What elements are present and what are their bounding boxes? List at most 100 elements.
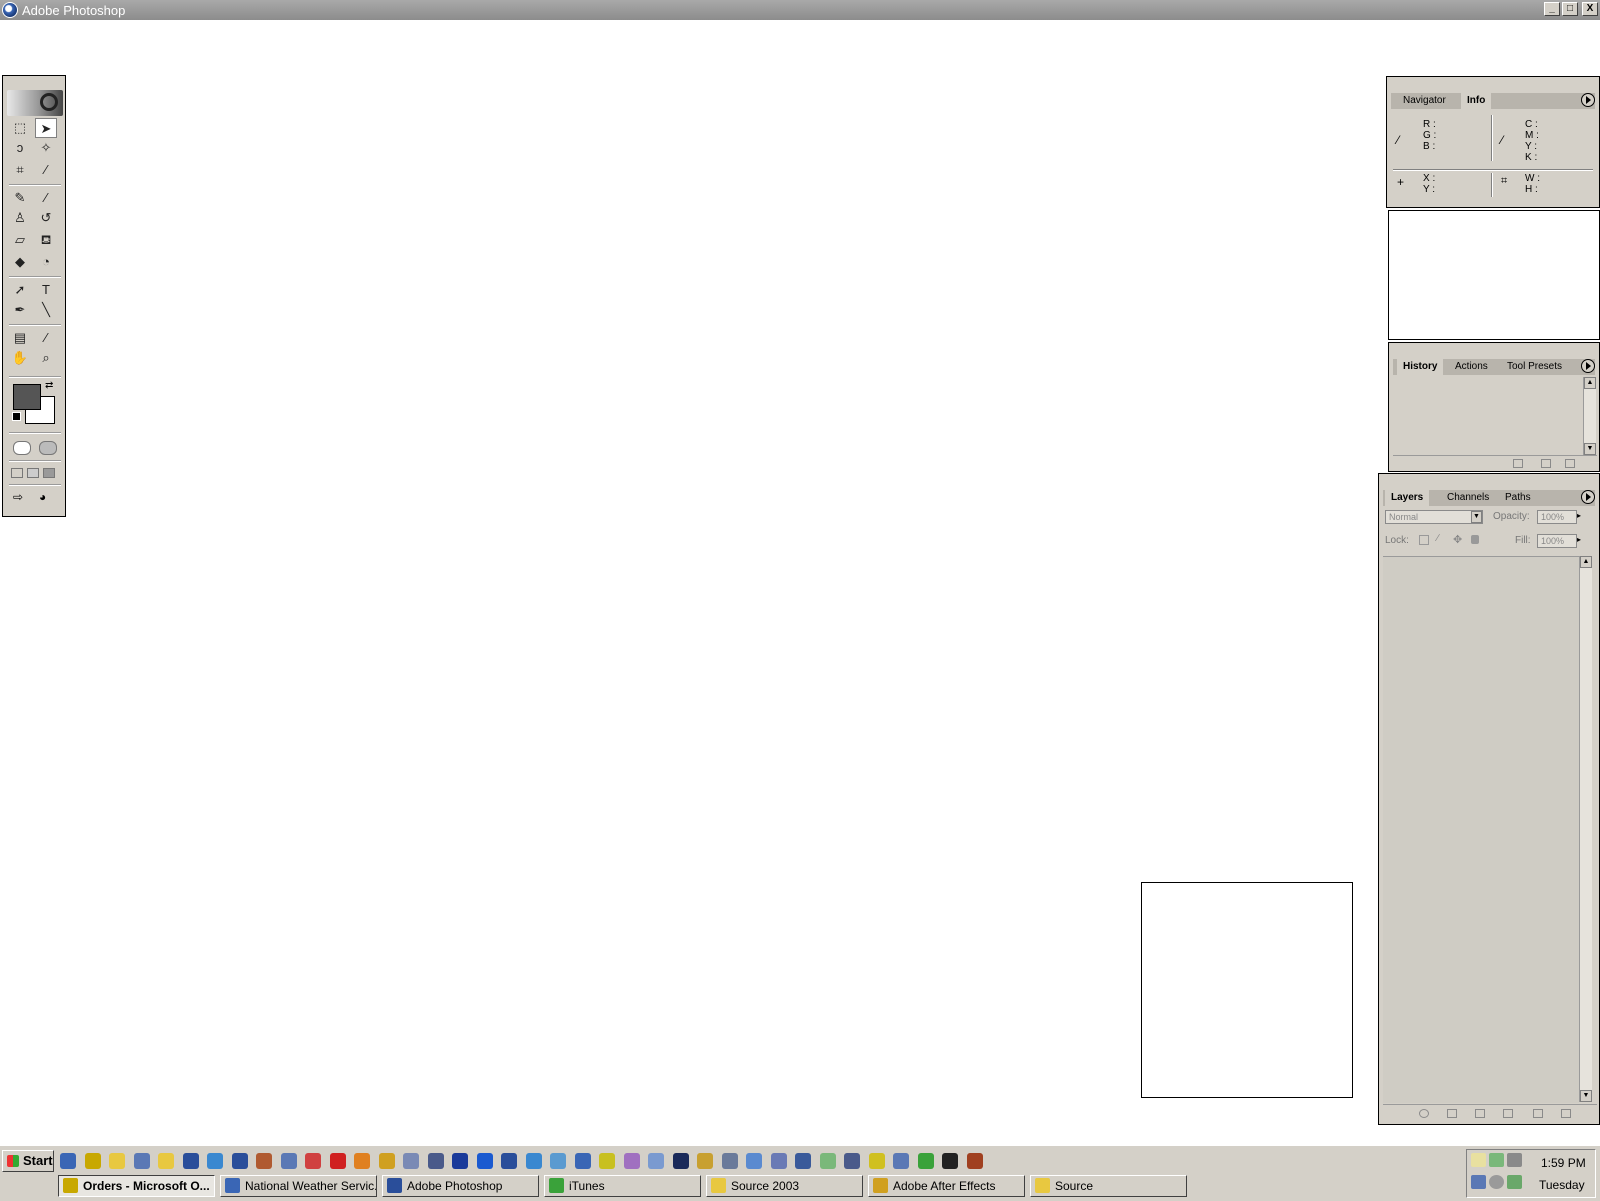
zoom-tool[interactable]: ⌕	[35, 348, 57, 368]
palette-menu-button[interactable]	[1581, 93, 1595, 107]
history-scrollbar[interactable]: ▲ ▼	[1583, 377, 1596, 455]
quick-launch-icon[interactable]	[476, 1153, 493, 1169]
quick-launch-icon[interactable]	[280, 1153, 297, 1169]
quick-launch-icon[interactable]	[550, 1153, 566, 1169]
taskbar-button[interactable]: iTunes	[544, 1175, 701, 1197]
quick-launch-icon[interactable]	[305, 1153, 321, 1169]
new-set-icon[interactable]	[1475, 1109, 1485, 1118]
layers-scrollbar[interactable]: ▲ ▼	[1579, 556, 1592, 1102]
quick-launch-icon[interactable]	[84, 1153, 101, 1169]
history-brush-tool[interactable]: ↺	[35, 208, 57, 228]
layer-style-icon[interactable]	[1419, 1109, 1429, 1118]
fill-field[interactable]: 100%	[1537, 534, 1577, 548]
taskbar-button[interactable]: Adobe Photoshop	[382, 1175, 539, 1197]
quick-launch-icon[interactable]	[256, 1153, 272, 1169]
quick-launch-icon[interactable]	[378, 1153, 395, 1169]
minimize-button[interactable]: _	[1544, 2, 1560, 16]
tab-history[interactable]: History	[1397, 359, 1444, 375]
default-colors-icon[interactable]	[12, 412, 21, 421]
quick-mask-mode-icon[interactable]	[39, 441, 57, 455]
taskbar-button[interactable]: Orders - Microsoft O...	[58, 1175, 215, 1197]
quick-launch-icon[interactable]	[525, 1153, 542, 1169]
swap-colors-icon[interactable]: ⇄	[45, 380, 53, 391]
mail-icon[interactable]	[1471, 1153, 1486, 1167]
paint-bucket-tool[interactable]: ⛾	[35, 230, 57, 250]
quick-launch-icon[interactable]	[599, 1153, 615, 1169]
quick-launch-icon[interactable]	[109, 1153, 125, 1169]
lock-brush-icon[interactable]: ∕	[1437, 533, 1439, 544]
quick-launch-icon[interactable]	[182, 1153, 199, 1169]
quick-launch-icon[interactable]	[697, 1153, 713, 1169]
standard-mode-icon[interactable]	[13, 441, 31, 455]
pen-tool[interactable]: ✒	[9, 300, 31, 320]
quick-launch-icon[interactable]	[133, 1153, 150, 1169]
taskbar-button[interactable]: Source 2003	[706, 1175, 863, 1197]
scroll-down-arrow[interactable]: ▼	[1584, 443, 1596, 455]
blend-mode-select[interactable]: Normal	[1385, 510, 1483, 524]
user-icon[interactable]	[1507, 1153, 1522, 1167]
quick-launch-icon[interactable]	[770, 1153, 787, 1169]
notes-tool[interactable]: ▤	[9, 328, 31, 348]
quick-launch-icon[interactable]	[574, 1153, 591, 1169]
tab-paths[interactable]: Paths	[1499, 490, 1537, 506]
quick-launch-icon[interactable]	[60, 1153, 76, 1169]
quick-launch-icon[interactable]	[942, 1153, 958, 1169]
opacity-arrow-icon[interactable]: ▸	[1577, 511, 1581, 520]
jump-to-imageready-icon[interactable]: ⇨	[13, 490, 35, 506]
scroll-up-arrow[interactable]: ▲	[1580, 556, 1592, 568]
new-snapshot-icon[interactable]	[1541, 459, 1551, 468]
quick-launch-icon[interactable]	[403, 1153, 419, 1169]
new-layer-icon[interactable]	[1533, 1109, 1543, 1118]
sync-icon[interactable]	[1507, 1175, 1522, 1189]
line-tool[interactable]: ╲	[35, 300, 57, 320]
brush-tool[interactable]: ∕	[35, 188, 57, 208]
quick-launch-icon[interactable]	[893, 1153, 909, 1169]
quick-launch-icon[interactable]	[452, 1153, 468, 1169]
opacity-field[interactable]: 100%	[1537, 510, 1577, 524]
magic-wand-tool[interactable]: ✧	[35, 138, 57, 158]
taskbar-button[interactable]: National Weather Servic...	[220, 1175, 377, 1197]
chevron-down-icon[interactable]: ▼	[1471, 511, 1482, 523]
quick-launch-icon[interactable]	[844, 1153, 860, 1169]
quick-launch-icon[interactable]	[721, 1153, 738, 1169]
quick-launch-icon[interactable]	[868, 1153, 885, 1169]
network-icon[interactable]	[1471, 1175, 1486, 1189]
clock-time[interactable]: 1:59 PM	[1541, 1156, 1586, 1170]
quick-launch-icon[interactable]	[746, 1153, 762, 1169]
adobe-online-logo[interactable]	[7, 90, 63, 116]
scroll-up-arrow[interactable]: ▲	[1584, 377, 1596, 389]
quick-launch-icon[interactable]	[329, 1153, 346, 1169]
quick-launch-icon[interactable]	[819, 1153, 836, 1169]
tab-layers[interactable]: Layers	[1385, 490, 1430, 506]
quick-launch-icon[interactable]	[501, 1153, 517, 1169]
layer-mask-icon[interactable]	[1447, 1109, 1457, 1118]
eraser-tool[interactable]: ▱	[9, 230, 31, 250]
start-button[interactable]: Start	[2, 1150, 54, 1172]
adjustment-layer-icon[interactable]	[1503, 1109, 1513, 1118]
new-document-icon[interactable]	[1513, 459, 1523, 468]
itunes-icon[interactable]	[1489, 1153, 1504, 1167]
palette-menu-button[interactable]	[1581, 490, 1595, 504]
full-screen-mode-icon[interactable]	[43, 468, 55, 478]
path-selection-tool[interactable]: ➚	[9, 280, 31, 300]
quick-launch-icon[interactable]	[231, 1153, 248, 1169]
foreground-color-swatch[interactable]	[13, 384, 41, 410]
close-button[interactable]: X	[1582, 2, 1598, 16]
tab-actions[interactable]: Actions	[1449, 359, 1494, 375]
rectangular-marquee-tool[interactable]: ⬚	[9, 118, 31, 138]
full-screen-menu-mode-icon[interactable]	[27, 468, 39, 478]
quick-launch-icon[interactable]	[207, 1153, 223, 1169]
maximize-button[interactable]: □	[1562, 2, 1578, 16]
quick-launch-icon[interactable]	[795, 1153, 811, 1169]
type-tool[interactable]: T	[35, 280, 57, 300]
taskbar-button[interactable]: Adobe After Effects	[868, 1175, 1025, 1197]
quick-launch-icon[interactable]	[158, 1153, 174, 1169]
quick-launch-icon[interactable]	[648, 1153, 664, 1169]
eyedropper-tool[interactable]: ⁄	[35, 328, 57, 348]
hand-tool[interactable]: ✋	[9, 348, 31, 368]
quick-launch-icon[interactable]	[917, 1153, 934, 1169]
quick-launch-icon[interactable]	[354, 1153, 370, 1169]
lock-all-icon[interactable]	[1471, 535, 1479, 544]
healing-brush-tool[interactable]: ✎	[9, 188, 31, 208]
blur-tool[interactable]: ◆	[9, 252, 31, 272]
